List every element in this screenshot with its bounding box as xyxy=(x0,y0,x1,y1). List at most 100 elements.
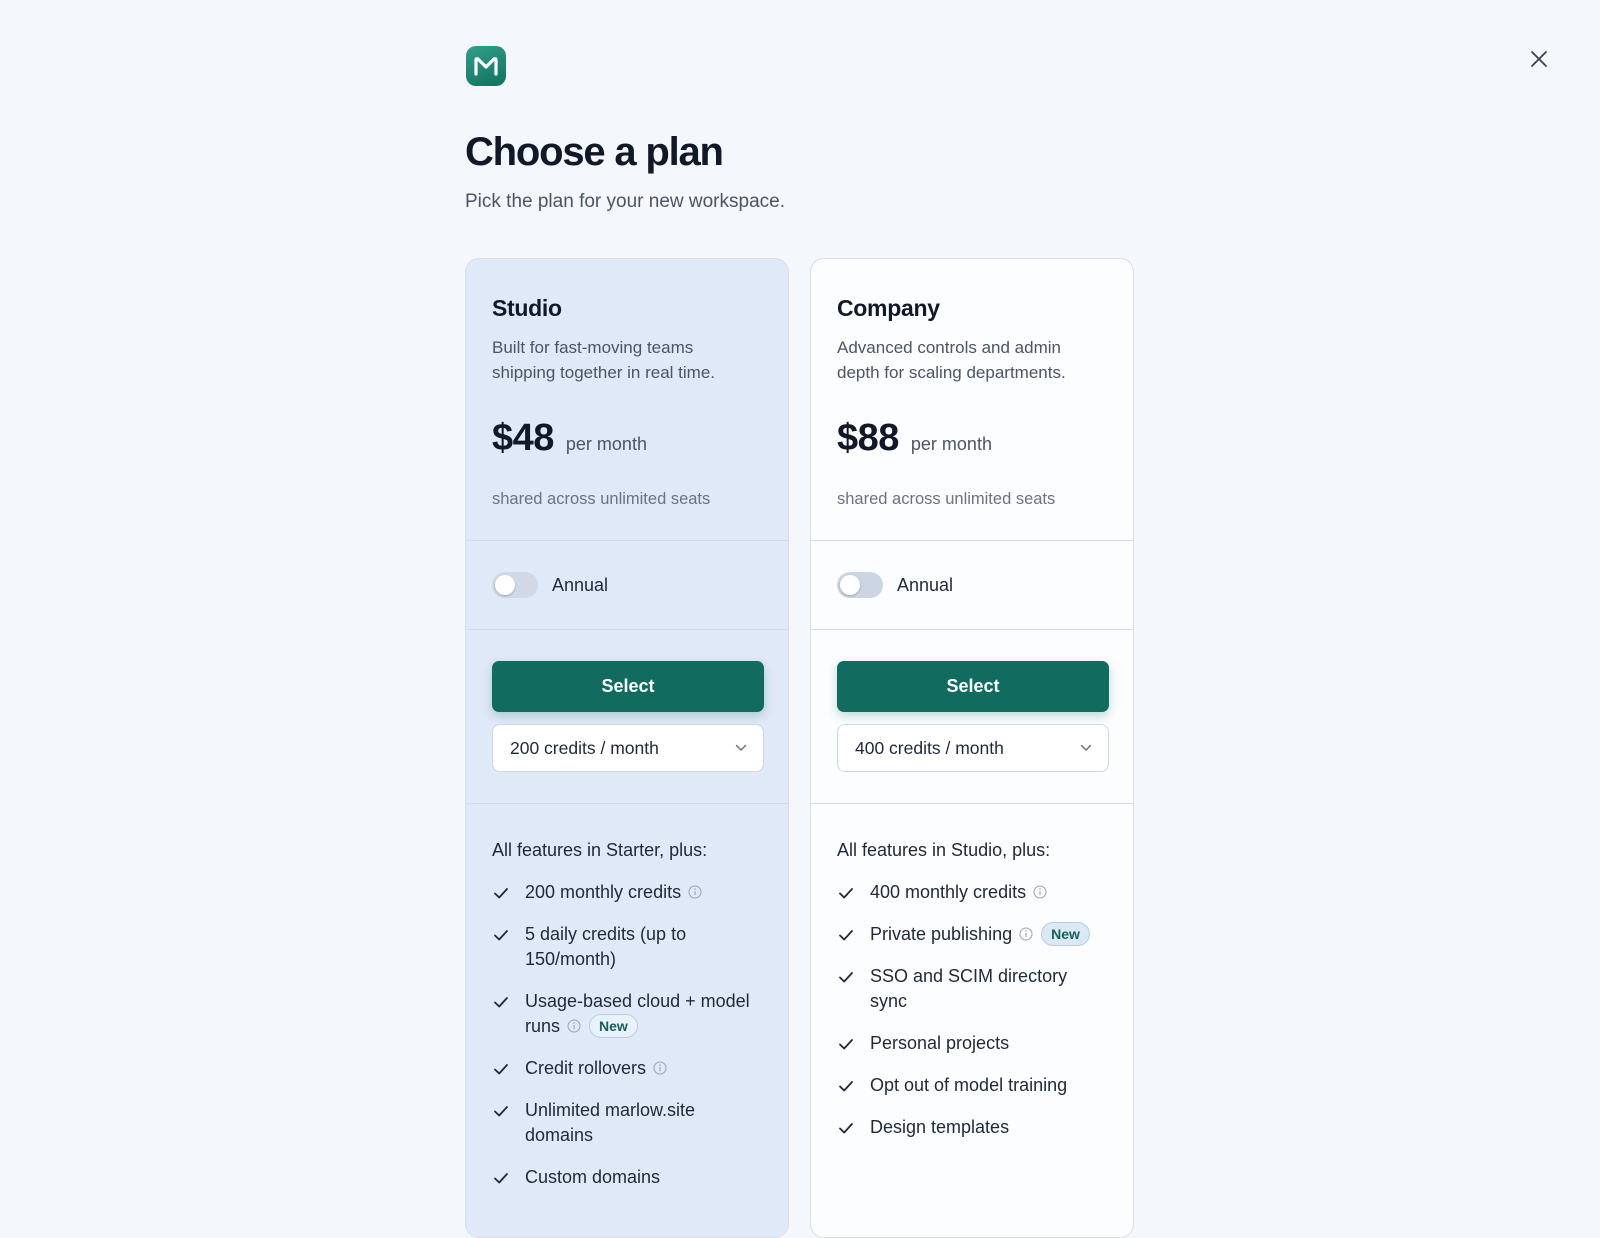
close-icon xyxy=(1531,51,1547,67)
annual-toggle[interactable] xyxy=(492,572,538,598)
feature-item: Opt out of model training xyxy=(837,1073,1107,1098)
feature-text-wrap: Opt out of model training xyxy=(870,1073,1107,1098)
plan-name: Studio xyxy=(492,295,562,321)
plan-header: Studio Built for fast-moving teams shipp… xyxy=(466,259,788,541)
logo-glyph xyxy=(474,57,498,76)
feature-text: Design templates xyxy=(870,1117,1010,1137)
feature-text: 200 monthly credits xyxy=(525,882,682,902)
plan-card-company: Company Advanced controls and admin dept… xyxy=(810,258,1134,1238)
toggle-knob xyxy=(495,575,515,595)
features-heading: All features in Studio, plus: xyxy=(837,840,1051,860)
feature-text-wrap: 400 monthly credits xyxy=(870,880,1107,905)
feature-text-wrap: 200 monthly credits xyxy=(525,880,762,905)
check-icon xyxy=(494,930,508,941)
feature-text-wrap: Usage-based cloud + model runs New xyxy=(525,989,762,1039)
feature-text: 5 daily credits (up to 150/month) xyxy=(525,924,687,969)
select-button-studio[interactable]: Select xyxy=(492,661,764,712)
check-icon xyxy=(839,1039,853,1050)
feature-text: Unlimited marlow.site domains xyxy=(525,1100,696,1145)
info-icon[interactable] xyxy=(1019,927,1033,941)
check-icon xyxy=(839,888,853,899)
check-icon xyxy=(494,1106,508,1117)
plan-name: Company xyxy=(837,295,940,321)
select-section: Select 200 credits / month xyxy=(466,630,788,804)
info-icon[interactable] xyxy=(1033,885,1047,899)
features-section: All features in Studio, plus: 400 monthl… xyxy=(811,804,1133,1140)
feature-item: 200 monthly credits xyxy=(492,880,762,905)
feature-item: 400 monthly credits xyxy=(837,880,1107,905)
feature-text: SSO and SCIM directory sync xyxy=(870,966,1068,1011)
annual-label: Annual xyxy=(552,575,609,595)
close-button[interactable] xyxy=(1524,44,1554,74)
feature-item: 5 daily credits (up to 150/month) xyxy=(492,922,762,972)
chevron-down-icon xyxy=(735,744,747,751)
feature-text-wrap: 5 daily credits (up to 150/month) xyxy=(525,922,762,972)
feature-text: Opt out of model training xyxy=(870,1075,1068,1095)
annual-toggle-row: Annual xyxy=(811,541,1133,630)
features-heading: All features in Starter, plus: xyxy=(492,840,708,860)
feature-item: Private publishing New xyxy=(837,922,1107,947)
plan-description: Built for fast-moving teams shipping tog… xyxy=(492,338,716,382)
info-icon[interactable] xyxy=(688,885,702,899)
feature-item: Personal projects xyxy=(837,1031,1107,1056)
feature-text-wrap: SSO and SCIM directory sync xyxy=(870,964,1107,1014)
feature-text: 400 monthly credits xyxy=(870,882,1027,902)
check-icon xyxy=(494,997,508,1008)
check-icon xyxy=(839,930,853,941)
credits-dropdown[interactable]: 400 credits / month xyxy=(837,724,1109,772)
check-icon xyxy=(494,1064,508,1075)
toggle-knob xyxy=(840,575,860,595)
price-row: $48 per month xyxy=(492,417,647,460)
new-badge: New xyxy=(1041,922,1090,946)
seats-note: shared across unlimited seats xyxy=(837,490,1056,508)
feature-text: Personal projects xyxy=(870,1033,1010,1053)
logo-icon xyxy=(466,46,506,86)
feature-item: Design templates xyxy=(837,1115,1107,1140)
check-icon xyxy=(494,1173,508,1184)
check-icon xyxy=(839,1081,853,1092)
seats-note: shared across unlimited seats xyxy=(492,490,711,508)
info-icon[interactable] xyxy=(567,1019,581,1033)
check-icon xyxy=(839,1123,853,1134)
feature-text: Credit rollovers xyxy=(525,1058,647,1078)
select-section: Select 400 credits / month xyxy=(811,630,1133,804)
feature-text: Private publishing xyxy=(870,924,1013,944)
info-icon[interactable] xyxy=(653,1061,667,1075)
select-button-company[interactable]: Select xyxy=(837,661,1109,712)
plan-price: $48 xyxy=(492,417,554,459)
price-row: $88 per month xyxy=(837,417,992,460)
annual-toggle-row: Annual xyxy=(466,541,788,630)
feature-item: Credit rollovers xyxy=(492,1056,762,1081)
features-section: All features in Starter, plus: 200 month… xyxy=(466,804,788,1190)
feature-text: Custom domains xyxy=(525,1167,661,1187)
credits-value: 200 credits / month xyxy=(510,737,659,758)
feature-text-wrap: Unlimited marlow.site domains xyxy=(525,1098,762,1148)
plan-period: per month xyxy=(910,434,992,454)
credits-dropdown[interactable]: 200 credits / month xyxy=(492,724,764,772)
page-subtitle: Pick the plan for your new workspace. xyxy=(465,191,785,212)
feature-item: Usage-based cloud + model runs New xyxy=(492,989,762,1039)
feature-list: 200 monthly credits 5 daily credits (up t… xyxy=(492,880,762,1190)
credits-value: 400 credits / month xyxy=(855,737,1004,758)
feature-text-wrap: Custom domains xyxy=(525,1165,762,1190)
feature-text-wrap: Private publishing New xyxy=(870,922,1107,947)
chevron-down-icon xyxy=(1080,744,1092,751)
plan-period: per month xyxy=(565,434,647,454)
plan-price: $88 xyxy=(837,417,899,459)
check-icon xyxy=(494,888,508,899)
annual-label: Annual xyxy=(897,575,954,595)
feature-list: 400 monthly credits Private publishing New… xyxy=(837,880,1107,1140)
feature-item: Custom domains xyxy=(492,1165,762,1190)
plan-header: Company Advanced controls and admin dept… xyxy=(811,259,1133,541)
page-title: Choose a plan xyxy=(465,130,724,174)
feature-text-wrap: Credit rollovers xyxy=(525,1056,762,1081)
check-icon xyxy=(839,972,853,983)
plan-card-studio: Studio Built for fast-moving teams shipp… xyxy=(465,258,789,1238)
feature-text-wrap: Personal projects xyxy=(870,1031,1107,1056)
feature-item: Unlimited marlow.site domains xyxy=(492,1098,762,1148)
feature-text-wrap: Design templates xyxy=(870,1115,1107,1140)
plan-description: Advanced controls and admin depth for sc… xyxy=(837,338,1066,382)
new-badge: New xyxy=(589,1014,638,1038)
feature-item: SSO and SCIM directory sync xyxy=(837,964,1107,1014)
annual-toggle[interactable] xyxy=(837,572,883,598)
